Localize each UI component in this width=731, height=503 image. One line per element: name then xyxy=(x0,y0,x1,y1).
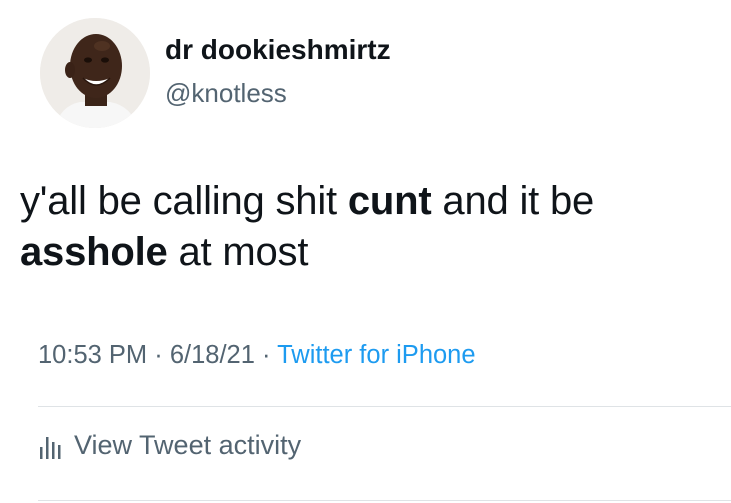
tweet-text: y'all be calling shit cunt and it be ass… xyxy=(20,176,720,278)
tweet-source-link[interactable]: Twitter for iPhone xyxy=(277,341,475,369)
meta-separator: · xyxy=(254,341,278,369)
tweet-text-bold: cunt xyxy=(347,179,432,223)
user-handle[interactable]: @knotless xyxy=(165,78,287,109)
tweet-text-part: at most xyxy=(167,230,309,274)
divider xyxy=(38,500,731,501)
meta-separator: · xyxy=(147,341,170,369)
bar-chart-icon xyxy=(38,431,62,461)
tweet-text-part: and it be xyxy=(431,179,595,223)
tweet-text-part: y'all be calling shit xyxy=(20,179,348,223)
view-tweet-activity-label: View Tweet activity xyxy=(74,430,302,460)
display-name[interactable]: dr dookieshmirtz xyxy=(165,34,391,66)
divider xyxy=(38,406,731,407)
tweet-date[interactable]: 6/18/21 xyxy=(170,341,255,369)
tweet-meta: 10:53 PM · 6/18/21 · Twitter for iPhone xyxy=(38,341,476,370)
avatar-photo-icon xyxy=(40,18,150,128)
avatar[interactable] xyxy=(40,18,150,128)
view-tweet-activity-button[interactable]: View Tweet activity xyxy=(38,430,301,461)
tweet-time[interactable]: 10:53 PM xyxy=(38,341,147,369)
tweet-text-bold: asshole xyxy=(20,230,168,274)
